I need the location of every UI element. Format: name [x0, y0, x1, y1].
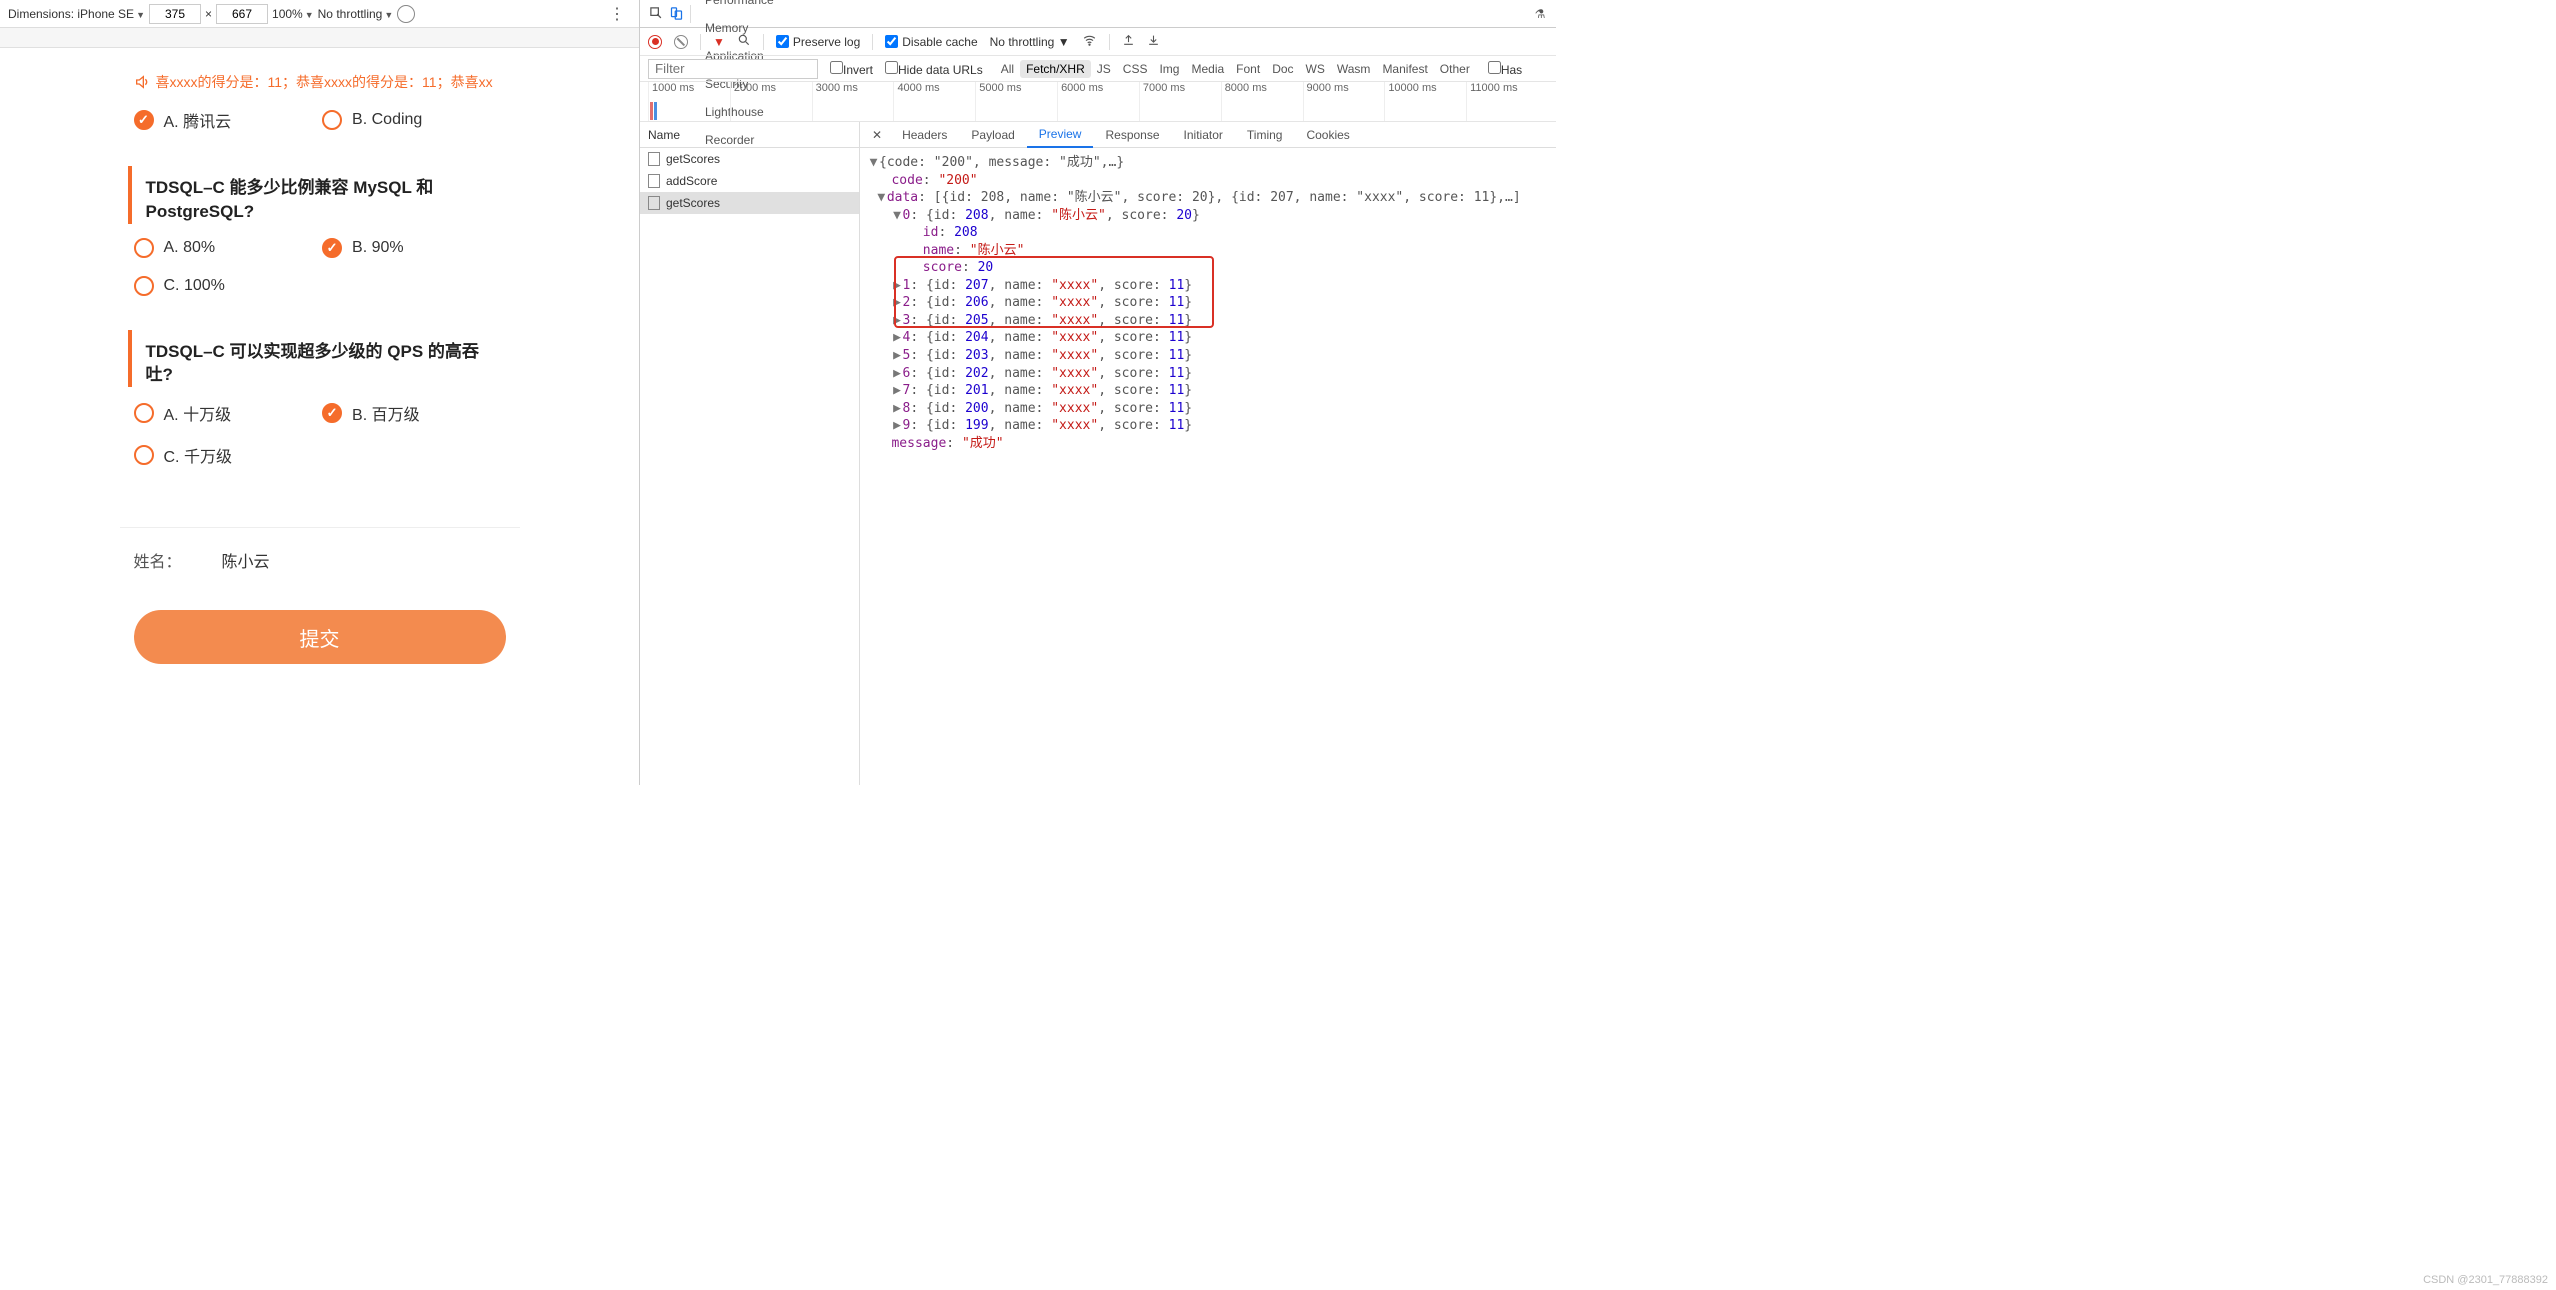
zoom-dropdown[interactable]: 100%▼ [272, 7, 314, 21]
request-row[interactable]: getScores [640, 192, 859, 214]
type-js[interactable]: JS [1091, 60, 1117, 78]
detail-tab-payload[interactable]: Payload [959, 122, 1026, 148]
q2-option-b[interactable]: B. 90% [322, 238, 501, 258]
response-preview[interactable]: ▼{code: "200", message: "成功",…} code: "2… [860, 148, 1556, 785]
request-row[interactable]: getScores [640, 148, 859, 170]
type-manifest[interactable]: Manifest [1376, 60, 1433, 78]
detail-tab-timing[interactable]: Timing [1235, 122, 1295, 148]
type-all[interactable]: All [995, 60, 1020, 78]
name-row: 姓名： 陈小云 [120, 527, 520, 592]
rotate-icon[interactable] [397, 5, 415, 23]
device-toggle-icon[interactable] [666, 4, 686, 24]
inspect-icon[interactable] [646, 4, 666, 24]
detail-tab-response[interactable]: Response [1093, 122, 1171, 148]
tab-performance[interactable]: Performance [695, 0, 784, 14]
type-doc[interactable]: Doc [1266, 60, 1299, 78]
invert-checkbox[interactable]: Invert [830, 61, 873, 77]
upload-icon[interactable] [1122, 33, 1135, 50]
disable-cache-checkbox[interactable]: Disable cache [885, 35, 977, 49]
question-2: TDSQL–C 能多少比例兼容 MySQL 和 PostgreSQL? [128, 166, 520, 224]
type-media[interactable]: Media [1185, 60, 1230, 78]
watermark: CSDN @2301_77888392 [2423, 1274, 2548, 1286]
filter-icon[interactable]: ▼ [713, 35, 725, 49]
detail-tab-headers[interactable]: Headers [890, 122, 959, 148]
q3-option-c[interactable]: C. 千万级 [134, 443, 313, 467]
mobile-viewport: 喜xxxx的得分是：11；恭喜xxxx的得分是：11；恭喜xx A. 腾讯云 B… [120, 60, 520, 682]
width-input[interactable] [149, 4, 201, 24]
q2-option-a[interactable]: A. 80% [134, 238, 313, 258]
preserve-log-checkbox[interactable]: Preserve log [776, 35, 860, 49]
close-icon[interactable]: ✕ [864, 128, 890, 142]
download-icon[interactable] [1147, 33, 1160, 50]
detail-tab-cookies[interactable]: Cookies [1294, 122, 1361, 148]
type-css[interactable]: CSS [1117, 60, 1154, 78]
submit-button[interactable]: 提交 [134, 610, 506, 664]
request-list: Name getScoresaddScoregetScores [640, 122, 860, 785]
radio-checked-icon [134, 110, 154, 130]
q2-option-c[interactable]: C. 100% [134, 276, 313, 296]
name-header[interactable]: Name [640, 122, 859, 148]
q1-option-b[interactable]: B. Coding [322, 108, 501, 132]
record-icon[interactable] [648, 35, 662, 49]
search-icon[interactable] [737, 33, 751, 50]
q3-option-a[interactable]: A. 十万级 [134, 401, 313, 425]
type-other[interactable]: Other [1434, 60, 1476, 78]
name-label: 姓名： [134, 548, 182, 572]
clear-icon[interactable] [674, 35, 688, 49]
ruler [0, 28, 639, 48]
q3-option-b[interactable]: B. 百万级 [322, 401, 501, 425]
network-toolbar: ▼ Preserve log Disable cache No throttli… [640, 28, 1556, 56]
more-icon[interactable]: ⋮ [603, 4, 631, 24]
type-ws[interactable]: WS [1300, 60, 1331, 78]
detail-tab-initiator[interactable]: Initiator [1172, 122, 1235, 148]
wifi-icon[interactable] [1082, 33, 1097, 50]
throttle-dropdown[interactable]: No throttling▼ [318, 7, 394, 21]
question-3: TDSQL–C 可以实现超多少级的 QPS 的高吞吐? [128, 330, 520, 388]
type-font[interactable]: Font [1230, 60, 1266, 78]
filter-bar: Invert Hide data URLs AllFetch/XHRJSCSSI… [640, 56, 1556, 82]
hide-data-urls-checkbox[interactable]: Hide data URLs [885, 61, 983, 77]
name-value[interactable]: 陈小云 [222, 548, 270, 572]
q1-option-a[interactable]: A. 腾讯云 [134, 108, 313, 132]
flask-icon[interactable]: ⚗ [1530, 4, 1550, 24]
device-toolbar: Dimensions: iPhone SE▼ × 100%▼ No thrott… [0, 0, 639, 28]
filter-input[interactable] [648, 59, 818, 79]
request-row[interactable]: addScore [640, 170, 859, 192]
detail-tabs: ✕ HeadersPayloadPreviewResponseInitiator… [860, 122, 1556, 148]
dimensions-dropdown[interactable]: Dimensions: iPhone SE▼ [8, 7, 145, 21]
detail-tab-preview[interactable]: Preview [1027, 122, 1094, 148]
score-ticker: 喜xxxx的得分是：11；恭喜xxxx的得分是：11；恭喜xx [120, 60, 520, 100]
speaker-icon [134, 74, 150, 90]
type-wasm[interactable]: Wasm [1331, 60, 1377, 78]
throttling-dropdown[interactable]: No throttling ▼ [990, 35, 1070, 49]
height-input[interactable] [216, 4, 268, 24]
has-checkbox[interactable]: Has [1488, 61, 1522, 77]
devtools-tabs: ElementsConsoleSourcesNetworkPerformance… [640, 0, 1556, 28]
radio-icon [322, 110, 342, 130]
type-fetch-xhr[interactable]: Fetch/XHR [1020, 60, 1091, 78]
timeline[interactable]: 1000 ms2000 ms3000 ms4000 ms5000 ms6000 … [640, 82, 1556, 122]
type-img[interactable]: Img [1153, 60, 1185, 78]
